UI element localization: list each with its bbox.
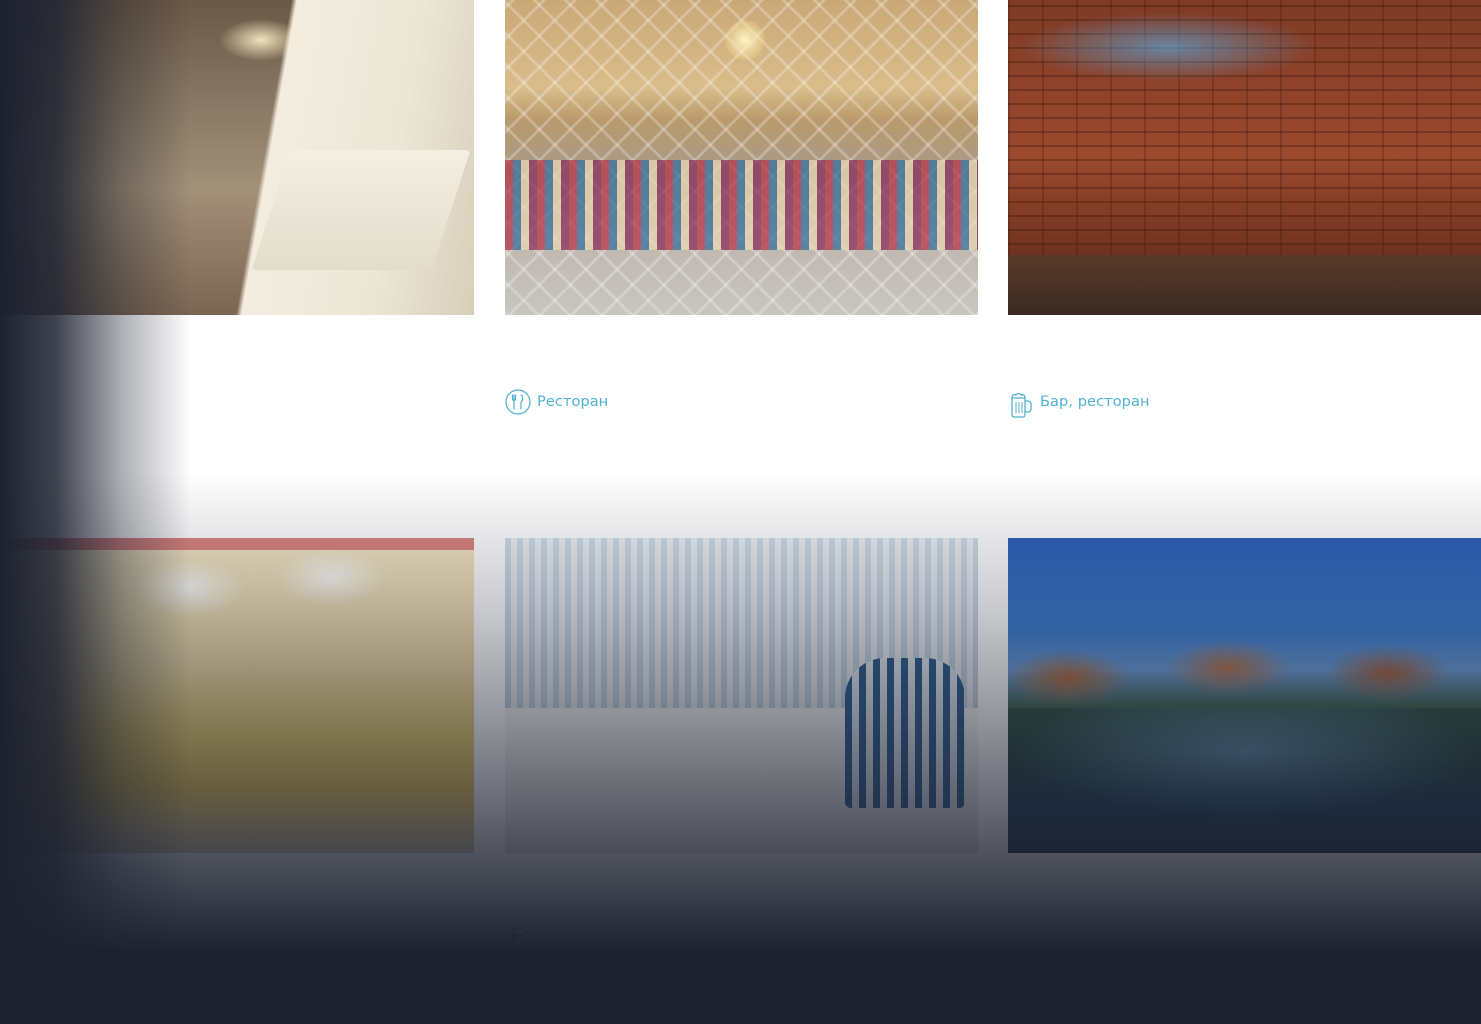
venue-type-label: Бар, ресторан	[1040, 394, 1150, 410]
fork-knife-icon	[505, 927, 531, 953]
venue-card[interactable]: Бар, ресторан	[1008, 0, 1481, 418]
venue-type	[1008, 926, 1040, 956]
beer-mug-icon	[1008, 927, 1034, 956]
venue-type: Ресторан	[505, 388, 608, 416]
fork-knife-icon	[505, 389, 531, 415]
venue-card[interactable]	[1, 0, 474, 315]
venue-type-label: Ресторан	[537, 394, 609, 410]
venue-photo[interactable]	[1008, 0, 1481, 315]
venue-grid: Ресторан Бар, ресторан	[0, 0, 1481, 1024]
venue-photo[interactable]	[505, 538, 978, 853]
venue-photo[interactable]	[505, 0, 978, 315]
venue-card[interactable]	[505, 538, 978, 953]
venue-photo[interactable]	[1, 538, 474, 853]
venue-card[interactable]: Ресторан	[505, 0, 978, 415]
venue-type	[505, 926, 537, 954]
venue-card[interactable]	[1008, 538, 1481, 956]
venue-card[interactable]	[1, 538, 474, 853]
venue-type: Бар, ресторан	[1008, 388, 1150, 418]
beer-mug-icon	[1008, 389, 1034, 418]
venue-photo[interactable]	[1, 0, 474, 315]
venue-photo[interactable]	[1008, 538, 1481, 853]
